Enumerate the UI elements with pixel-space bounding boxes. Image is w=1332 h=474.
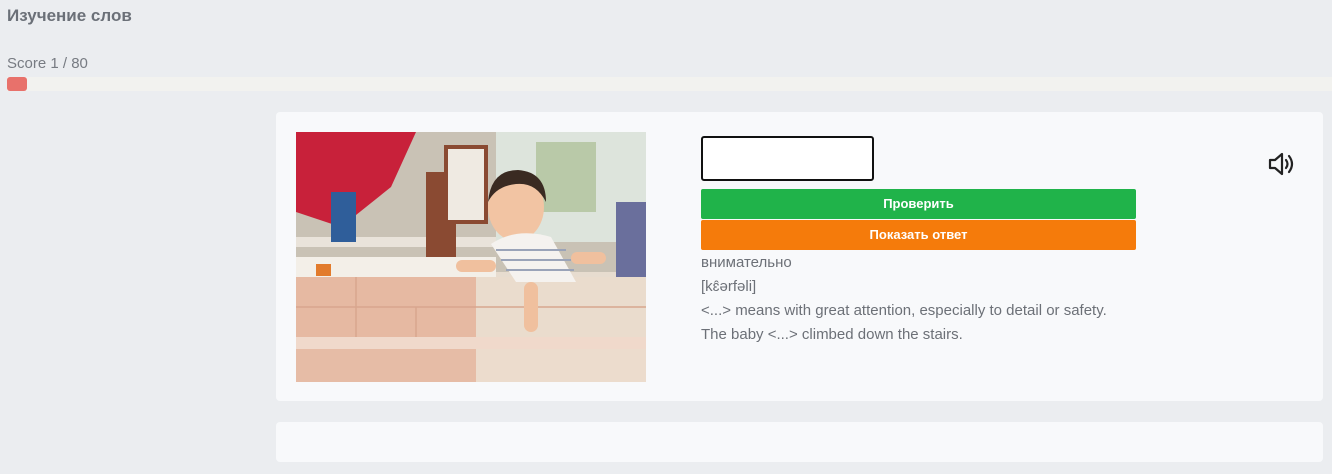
show-answer-button[interactable]: Показать ответ xyxy=(701,220,1136,250)
definition-text: <...> means with great attention, especi… xyxy=(701,302,1107,319)
translation-text: внимательно xyxy=(701,254,792,271)
progress-fill xyxy=(7,77,27,91)
transcription-text: [kɛ̂ərfəli] xyxy=(701,278,757,295)
score-label: Score 1 / 80 xyxy=(7,55,88,72)
word-photo xyxy=(296,132,646,382)
secondary-card xyxy=(276,422,1323,462)
example-text: The baby <...> climbed down the stairs. xyxy=(701,326,963,343)
page-title: Изучение слов xyxy=(7,6,132,25)
word-image xyxy=(296,132,646,382)
exercise-card: Проверить Показать ответ внимательно [kɛ… xyxy=(276,112,1323,401)
check-button[interactable]: Проверить xyxy=(701,189,1136,219)
answer-input[interactable] xyxy=(701,136,874,181)
speaker-icon[interactable] xyxy=(1264,146,1300,182)
progress-bar xyxy=(7,77,1332,91)
